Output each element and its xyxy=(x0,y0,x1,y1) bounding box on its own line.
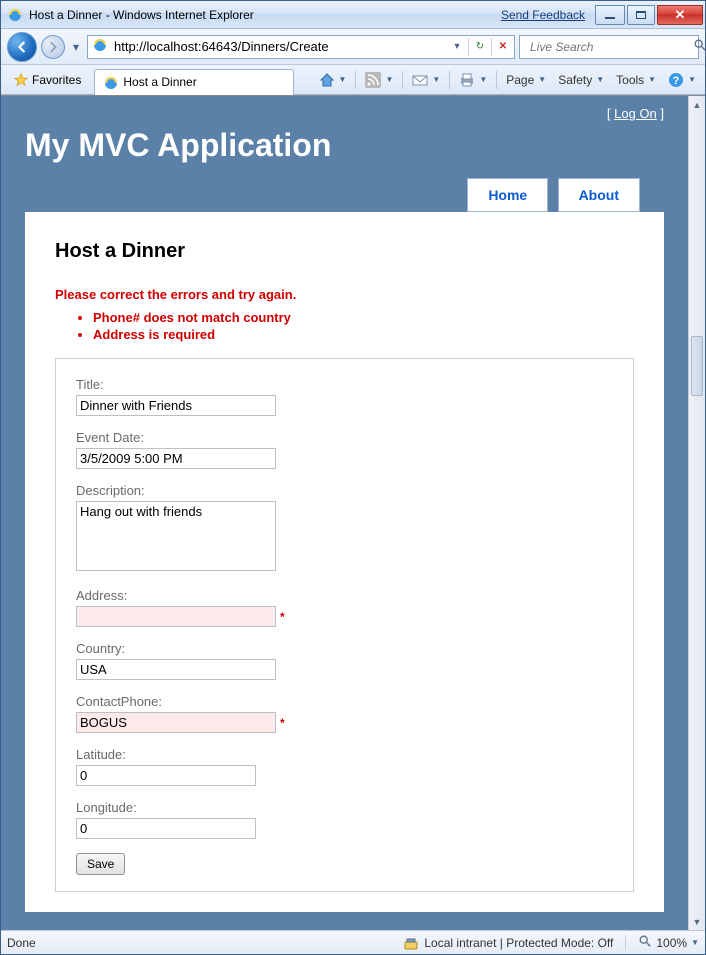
latitude-input[interactable] xyxy=(76,765,256,786)
longitude-input[interactable] xyxy=(76,818,256,839)
favorites-button[interactable]: Favorites xyxy=(5,68,90,92)
page-content: [ Log On ] My MVC Application Home About… xyxy=(1,96,688,930)
svg-text:?: ? xyxy=(673,75,680,87)
address-dropdown[interactable]: ▾ xyxy=(448,41,466,52)
toolbar: ▼ ▼ ▼ ▼ Page▼ Safety▼ Tools▼ ?▼ xyxy=(314,69,701,91)
window-buttons: ✕ xyxy=(593,5,703,25)
latitude-label: Latitude: xyxy=(76,747,613,762)
logon-area: [ Log On ] xyxy=(25,106,664,121)
navbar: ▾ ▾ ↻ ✕ xyxy=(1,29,705,65)
tab-title: Host a Dinner xyxy=(123,75,196,89)
error-item: Address is required xyxy=(93,327,634,342)
window-title: Host a Dinner - Windows Internet Explore… xyxy=(29,8,254,22)
search-input[interactable] xyxy=(528,39,689,55)
eventdate-input[interactable] xyxy=(76,448,276,469)
address-bar: ▾ ↻ ✕ xyxy=(87,35,515,59)
home-button[interactable]: ▼ xyxy=(314,69,352,91)
refresh-button[interactable]: ↻ xyxy=(471,41,489,52)
viewport: [ Log On ] My MVC Application Home About… xyxy=(1,95,705,930)
address-input[interactable] xyxy=(76,606,276,627)
zoom-icon xyxy=(638,934,652,951)
zoom-control[interactable]: 100% ▼ xyxy=(638,934,699,951)
page-menu[interactable]: Page▼ xyxy=(501,69,551,91)
description-label: Description: xyxy=(76,483,613,498)
scroll-up-button[interactable]: ▲ xyxy=(689,96,705,113)
help-icon: ? xyxy=(668,72,684,88)
validation-summary: Please correct the errors and try again. xyxy=(55,287,634,302)
form-fieldset: Title: Event Date: Description: Hang out… xyxy=(55,358,634,892)
logon-link[interactable]: Log On xyxy=(614,106,657,121)
app-header: [ Log On ] My MVC Application Home About xyxy=(1,96,688,212)
search-button[interactable] xyxy=(693,38,706,55)
description-input[interactable]: Hang out with friends xyxy=(76,501,276,571)
statusbar: Done Local intranet | Protected Mode: Of… xyxy=(1,930,705,954)
maximize-button[interactable] xyxy=(627,5,655,25)
page-icon xyxy=(92,37,108,56)
nav-history-dropdown[interactable]: ▾ xyxy=(69,40,83,54)
validation-errors: Phone# does not match country Address is… xyxy=(75,310,634,342)
scroll-thumb[interactable] xyxy=(691,336,703,396)
address-input[interactable] xyxy=(112,37,448,57)
address-label: Address: xyxy=(76,588,613,603)
zoom-dropdown[interactable]: ▼ xyxy=(691,938,699,947)
longitude-label: Longitude: xyxy=(76,800,613,815)
zone-icon xyxy=(404,936,418,950)
zone-text: Local intranet | Protected Mode: Off xyxy=(424,936,613,950)
print-button[interactable]: ▼ xyxy=(454,69,492,91)
status-text: Done xyxy=(7,936,36,950)
home-icon xyxy=(319,72,335,88)
title-input[interactable] xyxy=(76,395,276,416)
page-heading: Host a Dinner xyxy=(55,240,634,263)
close-button[interactable]: ✕ xyxy=(657,5,703,25)
scroll-down-button[interactable]: ▼ xyxy=(689,913,705,930)
vertical-scrollbar[interactable]: ▲ ▼ xyxy=(688,96,705,930)
zoom-value: 100% xyxy=(656,936,687,950)
mail-icon xyxy=(412,72,428,88)
app-title: My MVC Application xyxy=(25,127,664,164)
address-error-marker: * xyxy=(280,610,285,624)
printer-icon xyxy=(459,72,475,88)
eventdate-label: Event Date: xyxy=(76,430,613,445)
browser-tab[interactable]: Host a Dinner xyxy=(94,69,294,95)
feeds-button[interactable]: ▼ xyxy=(360,69,398,91)
safety-menu[interactable]: Safety▼ xyxy=(553,69,609,91)
tools-menu[interactable]: Tools▼ xyxy=(611,69,661,91)
main-content: Host a Dinner Please correct the errors … xyxy=(25,212,664,912)
save-button[interactable]: Save xyxy=(76,853,125,875)
contactphone-error-marker: * xyxy=(280,716,285,730)
search-box xyxy=(519,35,699,59)
help-button[interactable]: ?▼ xyxy=(663,69,701,91)
menu-home[interactable]: Home xyxy=(467,178,548,212)
send-feedback-link[interactable]: Send Feedback xyxy=(501,8,585,22)
tab-icon xyxy=(103,75,117,89)
ie-icon xyxy=(7,7,23,23)
menu-about[interactable]: About xyxy=(558,178,640,212)
mail-button[interactable]: ▼ xyxy=(407,69,445,91)
stop-button[interactable]: ✕ xyxy=(494,41,512,52)
tabbar: Favorites Host a Dinner ▼ ▼ ▼ ▼ xyxy=(1,65,705,95)
contactphone-label: ContactPhone: xyxy=(76,694,613,709)
browser-window: Host a Dinner - Windows Internet Explore… xyxy=(0,0,706,955)
titlebar: Host a Dinner - Windows Internet Explore… xyxy=(1,1,705,29)
app-menu: Home About xyxy=(25,178,664,212)
forward-button[interactable] xyxy=(41,35,65,59)
minimize-button[interactable] xyxy=(595,5,625,25)
title-label: Title: xyxy=(76,377,613,392)
favorites-label: Favorites xyxy=(32,73,81,87)
country-label: Country: xyxy=(76,641,613,656)
country-input[interactable] xyxy=(76,659,276,680)
back-button[interactable] xyxy=(7,32,37,62)
rss-icon xyxy=(365,72,381,88)
error-item: Phone# does not match country xyxy=(93,310,634,325)
contactphone-input[interactable] xyxy=(76,712,276,733)
